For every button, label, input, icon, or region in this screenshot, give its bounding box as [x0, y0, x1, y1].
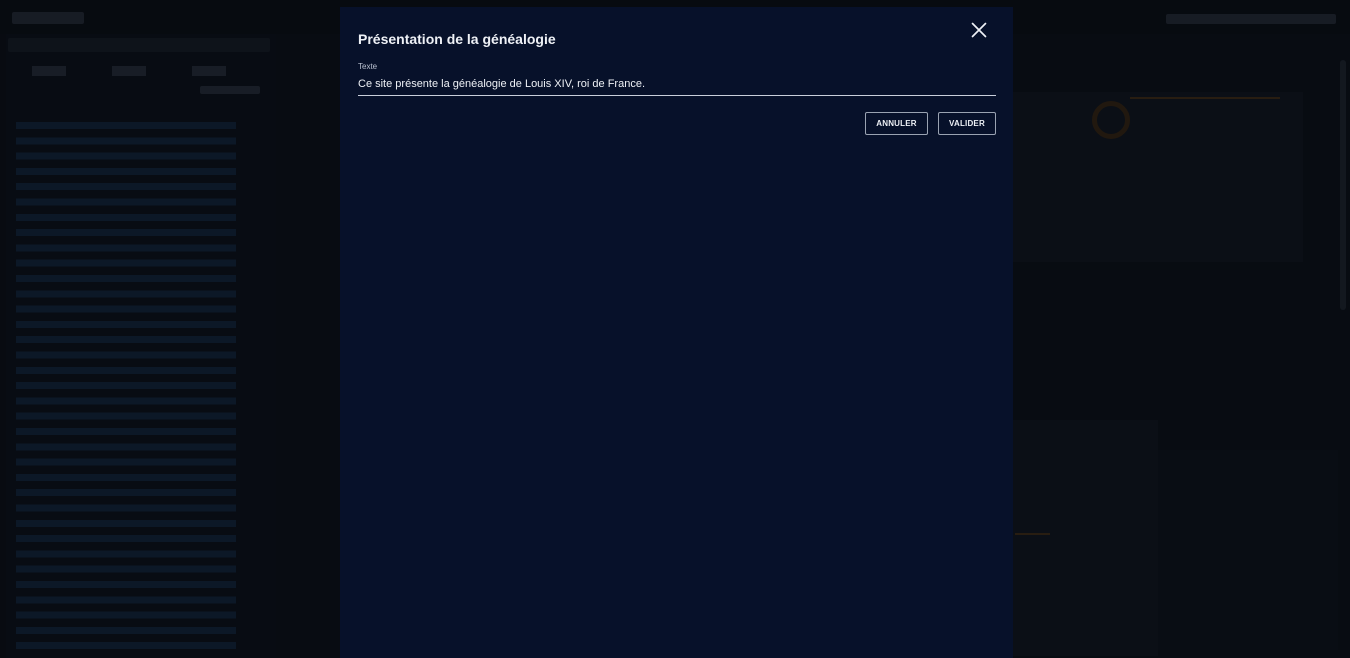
presentation-dialog: Présentation de la généalogie Texte ANNU… — [340, 7, 1013, 658]
text-field-label: Texte — [358, 62, 378, 71]
text-input[interactable] — [358, 75, 996, 93]
close-button[interactable] — [966, 17, 992, 43]
text-field: Texte — [358, 62, 996, 96]
dialog-title: Présentation de la généalogie — [358, 31, 556, 47]
close-icon — [971, 22, 987, 38]
app-window: Présentation de la généalogie Texte ANNU… — [0, 0, 1350, 658]
cancel-button[interactable]: ANNULER — [865, 112, 928, 135]
validate-button[interactable]: VALIDER — [938, 112, 996, 135]
